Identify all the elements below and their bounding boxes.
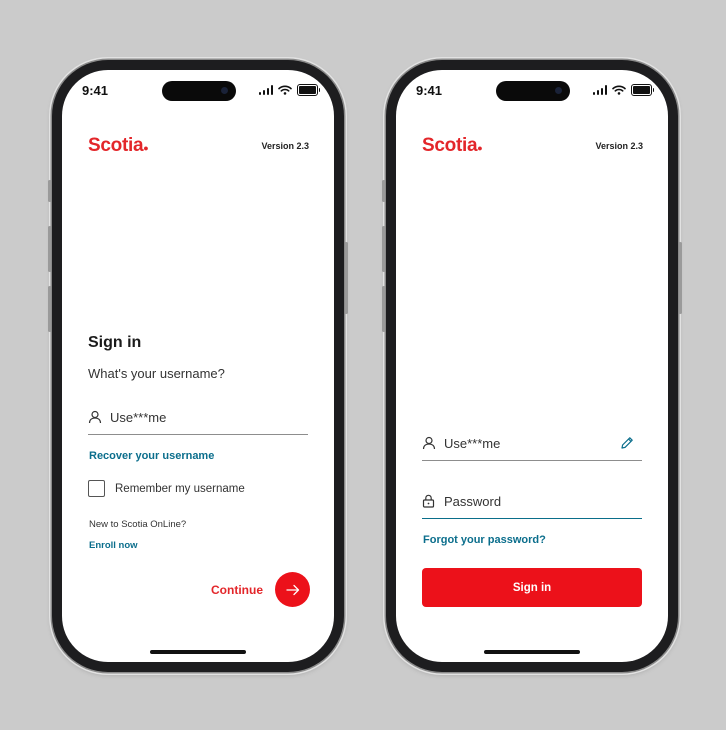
page-subtitle: What's your username? <box>88 366 225 381</box>
signal-icon <box>592 85 607 95</box>
logo-dot-icon: ● <box>477 143 483 153</box>
person-icon <box>422 436 436 450</box>
screen-username: 9:41 Scotia● Version 2.3 Sign in What's … <box>62 70 334 662</box>
wifi-icon <box>278 85 292 95</box>
continue-button[interactable] <box>275 572 310 607</box>
phone-frame-password: 9:41 Scotia● Version 2.3 Use***me Passwo… <box>382 60 682 672</box>
remember-username-label: Remember my username <box>115 482 245 495</box>
camera-icon <box>555 87 562 94</box>
person-icon <box>88 410 102 424</box>
signal-icon <box>258 85 273 95</box>
phone-side-button <box>382 180 385 202</box>
status-time: 9:41 <box>416 83 443 98</box>
recover-username-link[interactable]: Recover your username <box>89 450 214 462</box>
username-value: Use***me <box>110 410 167 425</box>
logo-dot-icon: ● <box>143 143 149 153</box>
battery-icon <box>631 84 654 96</box>
home-indicator[interactable] <box>150 650 246 654</box>
remember-username-row[interactable]: Remember my username <box>88 480 245 497</box>
scotia-logo: Scotia● <box>422 135 483 156</box>
battery-icon <box>297 84 320 96</box>
phone-power-button <box>345 242 348 314</box>
password-placeholder: Password <box>444 494 502 509</box>
password-field[interactable]: Password <box>422 486 642 519</box>
dynamic-island <box>162 81 236 101</box>
home-indicator[interactable] <box>484 650 580 654</box>
username-field[interactable]: Use***me <box>88 402 308 435</box>
screen-password: 9:41 Scotia● Version 2.3 Use***me Passwo… <box>396 70 668 662</box>
lock-icon <box>422 494 435 508</box>
arrow-right-icon <box>285 584 299 595</box>
status-time: 9:41 <box>82 83 109 98</box>
remember-username-checkbox[interactable] <box>88 480 105 497</box>
phone-frame-username: 9:41 Scotia● Version 2.3 Sign in What's … <box>48 60 348 672</box>
continue-control[interactable]: Continue <box>211 572 310 607</box>
page-title: Sign in <box>88 334 142 351</box>
version-label: Version 2.3 <box>261 141 309 151</box>
continue-label[interactable]: Continue <box>211 583 263 597</box>
phone-volume-up-button <box>48 226 51 272</box>
phone-volume-down-button <box>382 286 385 332</box>
scotia-logo: Scotia● <box>88 135 149 156</box>
dynamic-island <box>496 81 570 101</box>
wifi-icon <box>612 85 626 95</box>
username-value: Use***me <box>444 436 501 451</box>
enroll-now-link[interactable]: Enroll now <box>89 540 138 551</box>
status-icons <box>592 84 654 96</box>
phone-volume-down-button <box>48 286 51 332</box>
pencil-icon[interactable] <box>620 436 634 450</box>
version-label: Version 2.3 <box>595 141 643 151</box>
phone-power-button <box>679 242 682 314</box>
sign-in-button[interactable]: Sign in <box>422 568 642 607</box>
status-icons <box>258 84 320 96</box>
username-field[interactable]: Use***me <box>422 428 642 461</box>
camera-icon <box>221 87 228 94</box>
new-user-text: New to Scotia OnLine? <box>89 519 187 530</box>
phone-side-button <box>48 180 51 202</box>
phone-volume-up-button <box>382 226 385 272</box>
forgot-password-link[interactable]: Forgot your password? <box>423 534 546 546</box>
